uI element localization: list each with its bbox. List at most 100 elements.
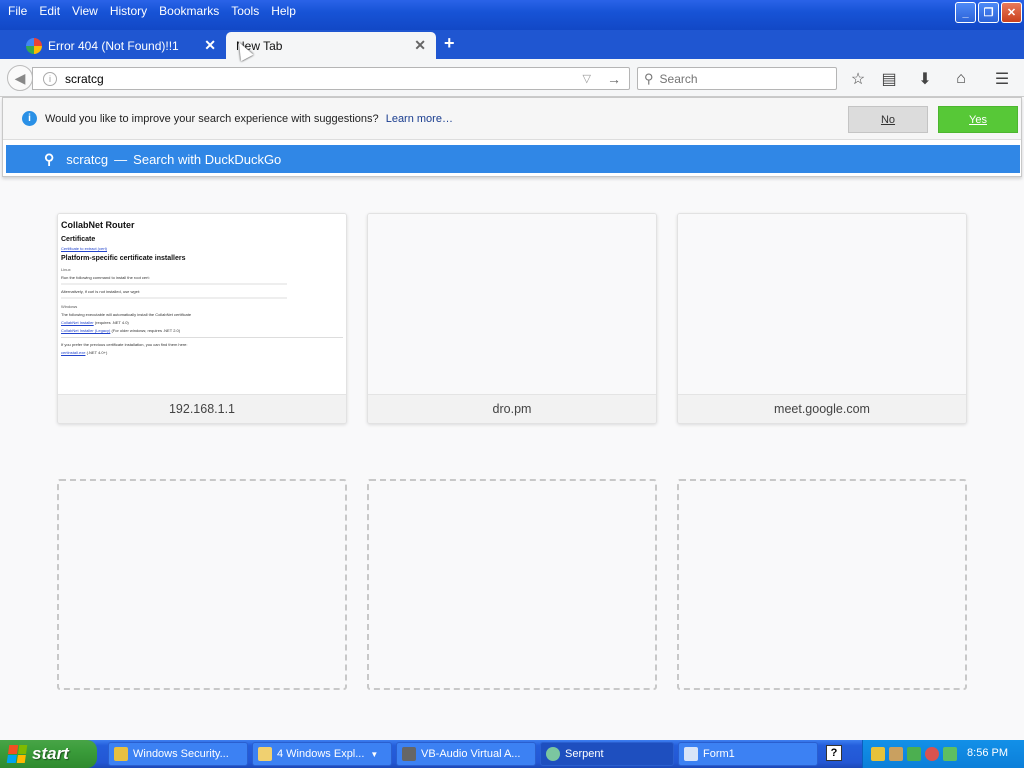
menu-help[interactable]: Help (265, 3, 302, 19)
learn-more-link[interactable]: Learn more… (386, 113, 453, 125)
help-icon[interactable]: ? (826, 745, 842, 761)
search-suggestions-popup: i Would you like to improve your search … (2, 97, 1022, 177)
thumb-text: The following executable will automatica… (61, 312, 192, 317)
thumb-link-row: certinstall.exe (.NET 4.0+) (61, 350, 343, 355)
menu-bookmarks[interactable]: Bookmarks (153, 3, 225, 19)
sync-icon[interactable] (943, 747, 957, 761)
info-icon[interactable]: i (43, 71, 57, 86)
tab-error-404[interactable]: Error 404 (Not Found)!!1 ✕ (16, 32, 226, 59)
taskbar-item-vb-audio[interactable]: VB-Audio Virtual A... (396, 742, 536, 766)
tab-title: New Tab (236, 38, 283, 53)
taskbar-item-label: Serpent (565, 748, 604, 760)
thumb-title: CollabNet Router (61, 220, 135, 230)
suggestion-action: Search with DuckDuckGo (133, 151, 282, 167)
start-label: start (32, 744, 69, 763)
thumb-divider (61, 337, 343, 338)
thumb-heading: Certificate (61, 236, 96, 243)
close-tab-icon[interactable]: ✕ (414, 37, 426, 54)
menu-history[interactable]: History (104, 3, 153, 19)
start-button[interactable]: start (0, 740, 97, 768)
windows-flag-icon (6, 745, 28, 763)
clock[interactable]: 8:56 PM (967, 747, 1008, 759)
thumb-link: CollabNet Installer (Legacy) (61, 328, 111, 333)
minimize-button[interactable]: _ (955, 2, 976, 23)
tile-label: meet.google.com (678, 394, 966, 423)
top-site-tile[interactable]: CollabNet Router Certificate Certificate… (57, 213, 347, 424)
site-thumbnail: CollabNet Router Certificate Certificate… (58, 214, 346, 394)
menu-file[interactable]: File (2, 3, 33, 19)
thumb-text: Run the following command to install the… (61, 275, 150, 280)
tile-label: dro.pm (368, 394, 656, 423)
url-input[interactable] (65, 71, 583, 86)
reading-list-icon[interactable]: ▤ (878, 68, 900, 90)
menu-edit[interactable]: Edit (33, 3, 66, 19)
taskbar-item-form1[interactable]: Form1 (678, 742, 818, 766)
hamburger-menu-icon[interactable]: ☰ (991, 68, 1013, 90)
info-icon: i (22, 111, 37, 126)
maximize-button[interactable]: ❐ (978, 2, 999, 23)
shield-icon (114, 747, 128, 761)
suggestion-dash: — (114, 151, 128, 167)
thumb-faint-line (61, 283, 287, 285)
menu-tools[interactable]: Tools (225, 3, 265, 19)
chevron-down-icon: ▼ (370, 749, 379, 759)
thumb-link-row: CollabNet Installer (Legacy) (For older … (61, 328, 343, 333)
close-window-button[interactable]: ✕ (1001, 2, 1022, 23)
bookmark-star-icon[interactable]: ☆ (847, 68, 869, 90)
suggestion-query: scratcg (66, 151, 109, 167)
new-tab-plus-icon[interactable]: + (444, 33, 455, 54)
no-button[interactable]: No (848, 106, 928, 133)
taskbar: start Windows Security... 4 Windows Expl… (0, 740, 1024, 768)
empty-tile-slot (367, 479, 657, 690)
top-site-tile[interactable]: dro.pm (367, 213, 657, 424)
window-controls: _ ❐ ✕ (955, 2, 1022, 23)
network-tool-icon[interactable] (889, 747, 903, 761)
home-icon[interactable]: ⌂ (950, 68, 972, 90)
system-tray: 8:56 PM (862, 740, 1024, 768)
suggestion-prompt: i Would you like to improve your search … (3, 98, 1021, 140)
thumb-link-note: (requires .NET 4.0) (94, 320, 129, 325)
thumb-link: CollabNet Installer (61, 320, 94, 325)
thumb-subheading: Windows (61, 304, 78, 309)
search-icon: ⚲ (44, 150, 55, 167)
thumb-link: certinstall.exe (61, 350, 86, 355)
tile-label: 192.168.1.1 (58, 394, 346, 423)
tab-new-tab[interactable]: New Tab ✕ (226, 32, 436, 59)
search-input[interactable] (659, 71, 836, 86)
back-arrow-icon[interactable]: ◀ (7, 65, 33, 91)
form-window-icon (684, 747, 698, 761)
close-tab-icon[interactable]: ✕ (204, 37, 216, 54)
google-favicon-icon (26, 37, 42, 54)
antivirus-icon[interactable] (925, 747, 939, 761)
taskbar-item-serpent[interactable]: Serpent (540, 742, 674, 766)
dropdown-arrow-icon[interactable]: ▽ (583, 72, 591, 85)
yes-button[interactable]: Yes (938, 106, 1018, 133)
security-shield-icon[interactable] (871, 747, 885, 761)
thumb-text: If you prefer the previous certificate i… (61, 342, 188, 347)
taskbar-item-label: Form1 (703, 748, 735, 760)
site-thumbnail (678, 214, 966, 394)
go-arrow-icon[interactable]: → (607, 71, 621, 87)
thumb-link: Certificate to extract (cert) (61, 246, 108, 251)
download-arrow-icon[interactable]: ⬇ (914, 68, 936, 90)
search-bar[interactable]: ⚲ (637, 67, 837, 90)
top-site-tile[interactable]: meet.google.com (677, 213, 967, 424)
serpent-icon (546, 747, 560, 761)
thumb-faint-line (61, 297, 287, 299)
menu-bar: File Edit View History Bookmarks Tools H… (2, 3, 302, 19)
menu-view[interactable]: View (66, 3, 104, 19)
vb-audio-icon (402, 747, 416, 761)
taskbar-item-windows-explorer[interactable]: 4 Windows Expl... ▼ (252, 742, 392, 766)
thumb-subheading: Linux (61, 267, 71, 272)
taskbar-item-label: VB-Audio Virtual A... (421, 748, 521, 760)
thumb-link-note: (.NET 4.0+) (86, 350, 108, 355)
url-bar[interactable]: i ▽ → (32, 67, 630, 90)
thumb-text: Alternatively, if curl is not installed,… (61, 289, 141, 294)
empty-tile-slot (677, 479, 967, 690)
navigation-toolbar: ◀ i ▽ → ⚲ ☆ ▤ ⬇ ⌂ ☰ (0, 59, 1024, 97)
taskbar-item-label: 4 Windows Expl... (277, 748, 365, 760)
empty-tile-slot (57, 479, 347, 690)
search-with-duckduckgo-row[interactable]: ⚲ scratcg — Search with DuckDuckGo (6, 145, 1020, 173)
taskbar-item-windows-security[interactable]: Windows Security... (108, 742, 248, 766)
network-icon[interactable] (907, 747, 921, 761)
